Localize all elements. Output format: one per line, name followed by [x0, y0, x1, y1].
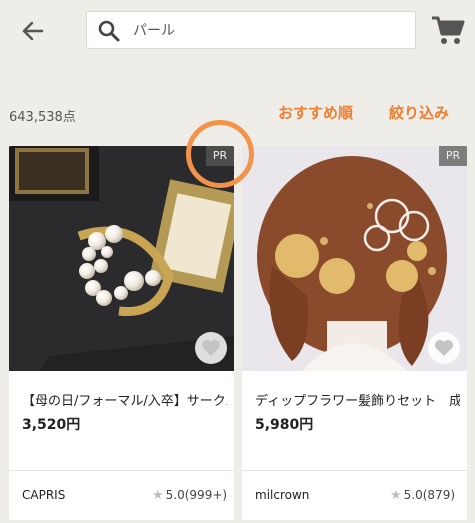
cart-icon [432, 16, 465, 44]
product-price: 3,520円 [22, 417, 81, 433]
result-count: 643,538点 [9, 110, 76, 125]
search-input[interactable] [133, 22, 403, 38]
heart-icon [202, 340, 220, 356]
app-header [0, 0, 475, 62]
back-button[interactable] [18, 16, 48, 46]
highlight-ring [186, 120, 254, 188]
favorite-button[interactable] [428, 332, 460, 364]
favorite-button[interactable] [195, 332, 227, 364]
product-card[interactable]: PR 【母の日/フォーマル/入卒】サークル 3,520円 CAPRIS ★ 5.0… [9, 146, 234, 520]
product-title[interactable]: ディップフラワー髪飾りセット 成人 [255, 390, 460, 409]
rating: ★ 5.0(999+) [152, 488, 227, 503]
pr-badge: PR [439, 146, 467, 166]
rating: ★ 5.0(879) [390, 488, 455, 503]
cart-button[interactable] [430, 14, 466, 46]
star-icon: ★ [152, 488, 164, 503]
sort-button[interactable]: おすすめ順 [278, 102, 353, 123]
shop-name[interactable]: milcrown [255, 488, 309, 502]
rating-value: 5.0(879) [403, 488, 456, 502]
shop-name[interactable]: CAPRIS [22, 488, 65, 502]
product-card[interactable]: PR ディップフラワー髪飾りセット 成人 5,980円 milcrown ★ 5.… [242, 146, 467, 520]
rating-value: 5.0(999+) [165, 488, 228, 502]
search-box[interactable] [86, 11, 416, 49]
star-icon: ★ [390, 488, 402, 503]
search-icon [98, 20, 120, 42]
product-price: 5,980円 [255, 417, 314, 433]
divider [9, 470, 234, 471]
arrow-left-icon [22, 21, 44, 41]
heart-icon [435, 340, 453, 356]
product-title[interactable]: 【母の日/フォーマル/入卒】サークル [22, 390, 227, 409]
divider [242, 470, 467, 471]
filter-button[interactable]: 絞り込み [389, 102, 449, 123]
